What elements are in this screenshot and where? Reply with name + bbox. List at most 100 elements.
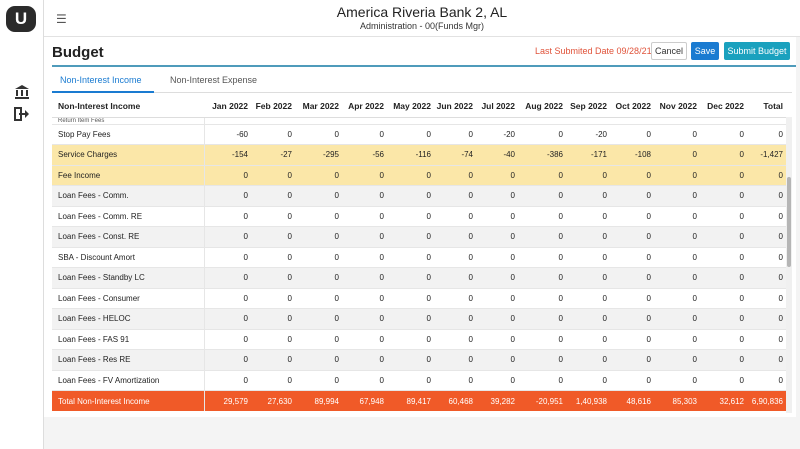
app-logo[interactable]: U <box>6 6 36 32</box>
budget-cell[interactable]: 0 <box>387 206 434 227</box>
budget-cell[interactable]: 0 <box>747 288 786 309</box>
cancel-button[interactable]: Cancel <box>651 42 687 60</box>
budget-cell[interactable]: 0 <box>251 124 295 145</box>
budget-cell[interactable]: -27 <box>251 144 295 166</box>
budget-cell[interactable]: -20 <box>566 124 610 145</box>
budget-cell[interactable]: 0 <box>700 349 747 371</box>
budget-cell[interactable]: 0 <box>747 124 786 145</box>
budget-cell[interactable]: 0 <box>566 247 610 268</box>
budget-cell[interactable]: 27,630 <box>251 390 295 411</box>
budget-cell[interactable]: -74 <box>434 144 476 166</box>
budget-cell[interactable]: 0 <box>566 206 610 227</box>
budget-cell[interactable]: 0 <box>476 165 518 186</box>
budget-cell[interactable]: 29,579 <box>204 390 251 411</box>
budget-cell[interactable]: -154 <box>204 144 251 166</box>
budget-cell[interactable]: 0 <box>204 206 251 227</box>
budget-cell[interactable]: 0 <box>204 370 251 391</box>
budget-cell[interactable]: 0 <box>566 349 610 371</box>
budget-cell[interactable]: 0 <box>610 247 654 268</box>
budget-cell[interactable]: 0 <box>387 247 434 268</box>
budget-cell[interactable]: 0 <box>566 288 610 309</box>
budget-cell[interactable]: 0 <box>387 329 434 350</box>
budget-cell[interactable]: 0 <box>700 124 747 145</box>
budget-cell[interactable]: 0 <box>295 185 342 207</box>
budget-cell[interactable]: 0 <box>295 288 342 309</box>
budget-cell[interactable]: 0 <box>610 308 654 330</box>
budget-cell[interactable]: 0 <box>518 370 566 391</box>
budget-cell[interactable]: 0 <box>566 308 610 330</box>
budget-cell[interactable]: 0 <box>700 329 747 350</box>
budget-cell[interactable]: 0 <box>700 267 747 289</box>
budget-cell[interactable]: -116 <box>387 144 434 166</box>
budget-cell[interactable]: 0 <box>251 308 295 330</box>
budget-cell[interactable]: -1,427 <box>747 144 786 166</box>
budget-cell[interactable]: 0 <box>654 267 700 289</box>
budget-cell[interactable]: 0 <box>295 226 342 248</box>
budget-cell[interactable]: 0 <box>476 226 518 248</box>
budget-cell[interactable]: 0 <box>295 206 342 227</box>
budget-cell[interactable]: 0 <box>476 247 518 268</box>
budget-cell[interactable]: 0 <box>387 165 434 186</box>
budget-cell[interactable]: 0 <box>251 226 295 248</box>
budget-cell[interactable]: 0 <box>476 370 518 391</box>
budget-cell[interactable]: 0 <box>610 349 654 371</box>
budget-cell[interactable]: 0 <box>342 370 387 391</box>
budget-cell[interactable]: 0 <box>434 206 476 227</box>
budget-cell[interactable]: 0 <box>654 226 700 248</box>
budget-cell[interactable]: 0 <box>747 370 786 391</box>
budget-cell[interactable]: 0 <box>518 226 566 248</box>
budget-cell[interactable]: 0 <box>251 329 295 350</box>
budget-cell[interactable]: 0 <box>566 226 610 248</box>
budget-cell[interactable]: 0 <box>434 267 476 289</box>
budget-cell[interactable]: 0 <box>295 329 342 350</box>
budget-cell[interactable]: 0 <box>251 206 295 227</box>
budget-cell[interactable]: 0 <box>476 288 518 309</box>
budget-cell[interactable]: 0 <box>342 329 387 350</box>
budget-cell[interactable]: 0 <box>654 247 700 268</box>
budget-cell[interactable]: 0 <box>434 247 476 268</box>
budget-cell[interactable]: 0 <box>204 288 251 309</box>
budget-cell[interactable]: 0 <box>700 185 747 207</box>
budget-cell[interactable]: 0 <box>251 165 295 186</box>
budget-cell[interactable]: 0 <box>342 247 387 268</box>
budget-cell[interactable]: 85,303 <box>654 390 700 411</box>
budget-cell[interactable]: 0 <box>747 165 786 186</box>
budget-cell[interactable]: 0 <box>654 206 700 227</box>
budget-cell[interactable]: 0 <box>342 185 387 207</box>
budget-cell[interactable]: 0 <box>251 185 295 207</box>
budget-cell[interactable]: 32,612 <box>700 390 747 411</box>
budget-cell[interactable]: 0 <box>654 144 700 166</box>
budget-cell[interactable]: 0 <box>204 267 251 289</box>
budget-cell[interactable]: 0 <box>387 308 434 330</box>
budget-cell[interactable]: -60 <box>204 124 251 145</box>
budget-cell[interactable]: -295 <box>295 144 342 166</box>
budget-cell[interactable]: -108 <box>610 144 654 166</box>
budget-cell[interactable]: 0 <box>387 124 434 145</box>
budget-cell[interactable]: 0 <box>610 288 654 309</box>
budget-cell[interactable]: 0 <box>476 267 518 289</box>
budget-cell[interactable]: 0 <box>204 165 251 186</box>
budget-cell[interactable]: 0 <box>251 370 295 391</box>
budget-cell[interactable]: 0 <box>747 247 786 268</box>
budget-cell[interactable]: 0 <box>610 329 654 350</box>
budget-cell[interactable]: 0 <box>700 247 747 268</box>
budget-cell[interactable]: 0 <box>700 308 747 330</box>
budget-cell[interactable]: 0 <box>518 267 566 289</box>
budget-cell[interactable]: 0 <box>610 124 654 145</box>
budget-cell[interactable]: 0 <box>434 308 476 330</box>
logout-icon[interactable] <box>14 106 30 122</box>
budget-cell[interactable]: 60,468 <box>434 390 476 411</box>
budget-cell[interactable]: 0 <box>654 185 700 207</box>
budget-cell[interactable]: 0 <box>654 165 700 186</box>
budget-cell[interactable]: 0 <box>700 165 747 186</box>
budget-cell[interactable]: 0 <box>476 308 518 330</box>
budget-cell[interactable]: -20,951 <box>518 390 566 411</box>
budget-cell[interactable]: 0 <box>387 226 434 248</box>
budget-cell[interactable]: 0 <box>518 206 566 227</box>
bank-icon[interactable] <box>14 84 30 100</box>
budget-cell[interactable]: -20 <box>476 124 518 145</box>
budget-cell[interactable]: 0 <box>342 124 387 145</box>
budget-cell[interactable]: 0 <box>566 165 610 186</box>
budget-cell[interactable]: 0 <box>295 267 342 289</box>
budget-cell[interactable]: 0 <box>295 247 342 268</box>
